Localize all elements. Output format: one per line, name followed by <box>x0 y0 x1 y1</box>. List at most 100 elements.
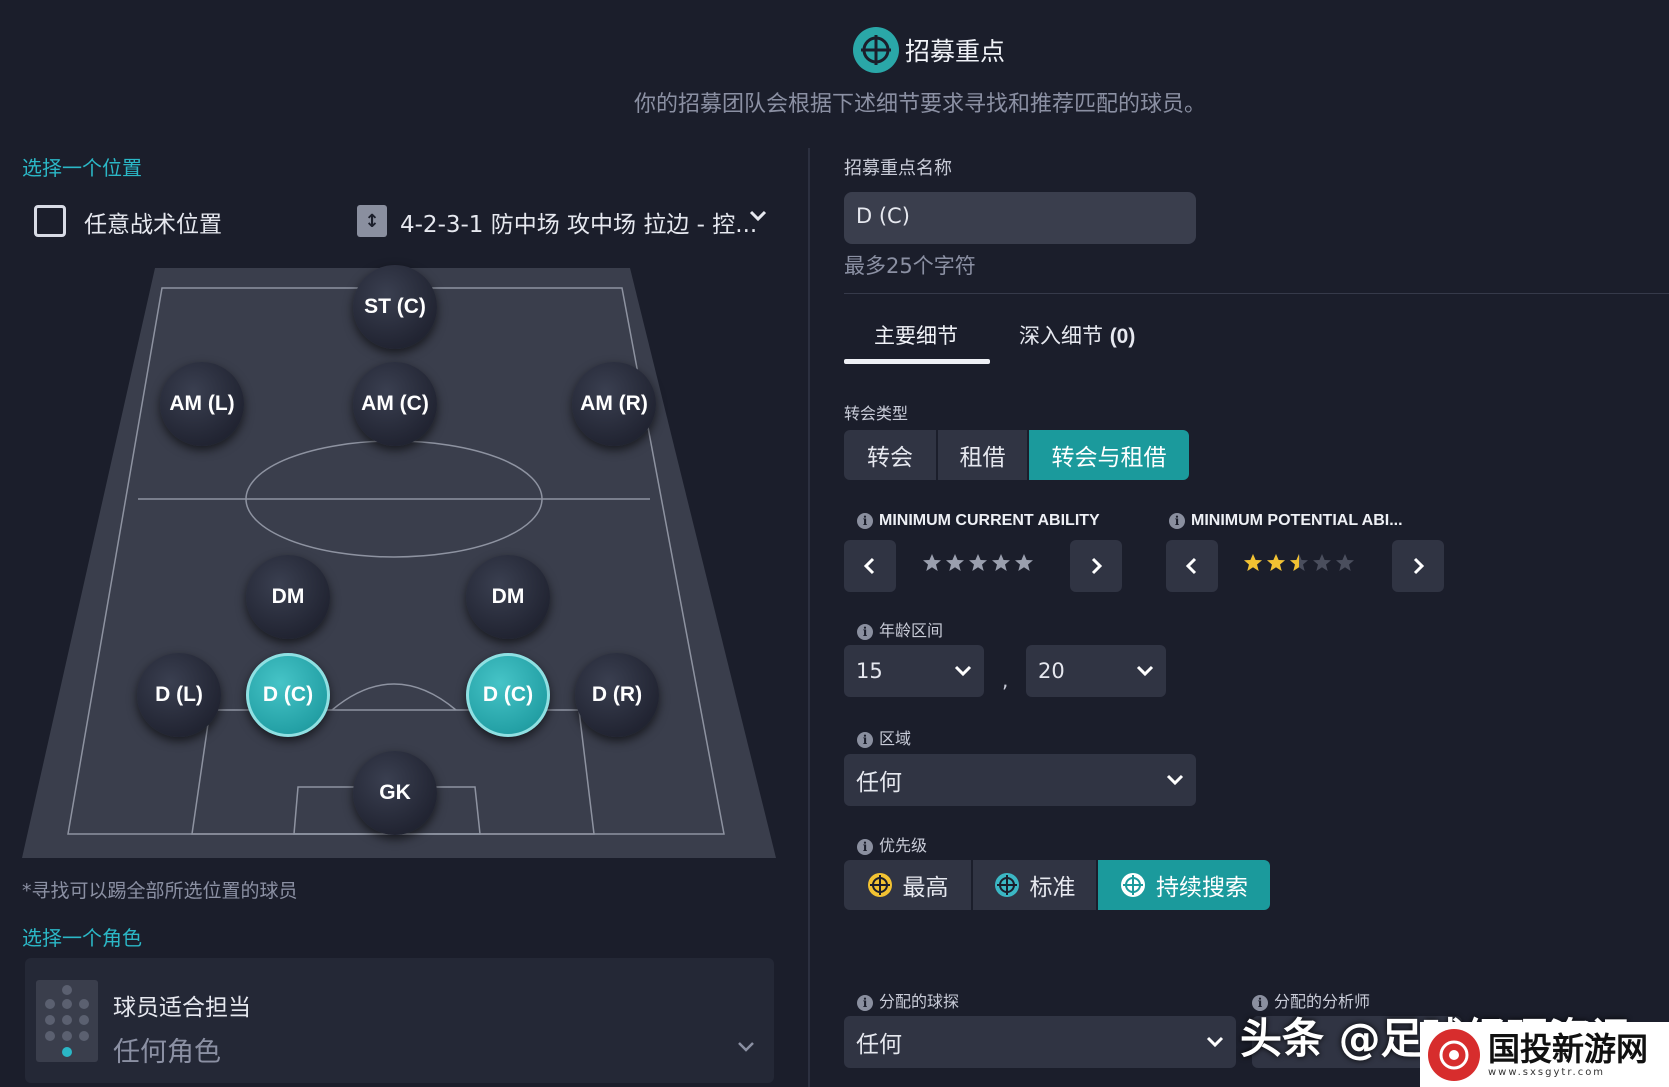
star-icon <box>923 554 941 571</box>
region-value: 任何 <box>856 770 902 796</box>
recruitment-focus-icon <box>853 27 899 73</box>
position-d-c-left[interactable]: D (C) <box>246 653 330 737</box>
any-position-label[interactable]: 任意战术位置 <box>84 205 222 239</box>
age-max-dropdown[interactable]: 20 <box>1026 645 1166 697</box>
min-current-ability-text: MINIMUM CURRENT ABILITY <box>879 512 1100 529</box>
scout-label: i 分配的球探 <box>857 988 959 1012</box>
chevron-down-icon <box>954 665 972 677</box>
info-icon: i <box>857 994 873 1011</box>
min-potential-increase-button[interactable] <box>1392 540 1444 592</box>
position-dm-right[interactable]: DM <box>466 555 550 639</box>
age-min-dropdown[interactable]: 15 <box>844 645 984 697</box>
priority-highest[interactable]: 最高 <box>844 860 971 910</box>
scout-value: 任何 <box>856 1032 902 1058</box>
priority-text: 优先级 <box>879 836 928 855</box>
active-tab-indicator <box>844 359 990 364</box>
info-icon: i <box>857 731 873 748</box>
star-icon <box>946 554 964 571</box>
star-icon <box>992 554 1010 571</box>
age-range-text: 年龄区间 <box>879 621 944 640</box>
crosshair-icon <box>994 873 1019 897</box>
chevron-down-icon[interactable] <box>748 208 768 224</box>
page-subtitle: 你的招募团队会根据下述细节要求寻找和推荐匹配的球员。 <box>634 92 1207 117</box>
tactic-icon: ↕ <box>357 205 387 237</box>
min-potential-stars <box>1243 553 1355 573</box>
star-icon <box>1015 554 1033 571</box>
name-hint: 最多25个字符 <box>844 254 976 278</box>
priority-standard[interactable]: 标准 <box>973 860 1096 910</box>
transfer-type-both[interactable]: 转会与租借 <box>1029 430 1189 480</box>
priority-continuous-label: 持续搜索 <box>1156 875 1248 901</box>
age-separator: , <box>1002 668 1009 692</box>
age-max-value: 20 <box>1038 659 1065 683</box>
position-d-r[interactable]: D (R) <box>575 653 659 737</box>
pitch-diagram: ST (C) AM (L) AM (C) AM (R) DM DM D (L) … <box>22 265 776 860</box>
chevron-right-icon <box>1091 557 1103 575</box>
tab-main-details[interactable]: 主要细节 <box>874 320 958 350</box>
chevron-down-icon <box>1136 665 1154 677</box>
crosshair-icon <box>1121 873 1145 897</box>
select-position-heading: 选择一个位置 <box>22 156 142 180</box>
crosshair-icon <box>867 873 892 897</box>
transfer-type-label: 转会类型 <box>844 404 909 423</box>
star-icon <box>969 554 987 571</box>
page-title: 招募重点 <box>905 37 1006 66</box>
priority-label: i 优先级 <box>857 832 927 856</box>
min-current-increase-button[interactable] <box>1070 540 1122 592</box>
priority-continuous[interactable]: 持续搜索 <box>1098 860 1270 910</box>
any-position-checkbox[interactable] <box>34 205 66 237</box>
chevron-left-icon <box>1185 557 1197 575</box>
min-current-decrease-button[interactable] <box>844 540 896 592</box>
star-icon <box>1244 554 1262 571</box>
position-note: *寻找可以踢全部所选位置的球员 <box>22 880 298 902</box>
tab-deep-details[interactable]: 深入细节 (0) <box>1019 320 1135 350</box>
min-current-stars <box>922 553 1034 573</box>
info-icon: i <box>857 512 873 529</box>
region-text: 区域 <box>879 729 912 748</box>
panel-divider <box>808 148 810 1087</box>
position-d-l[interactable]: D (L) <box>137 653 221 737</box>
region-label: i 区域 <box>857 725 911 749</box>
star-icon <box>1267 554 1285 571</box>
chevron-down-icon <box>1206 1036 1224 1048</box>
star-icon <box>1336 554 1354 571</box>
min-potential-decrease-button[interactable] <box>1166 540 1218 592</box>
position-am-c[interactable]: AM (C) <box>353 362 437 446</box>
age-range-label: i 年龄区间 <box>857 617 943 641</box>
min-potential-ability-label: i MINIMUM POTENTIAL ABI... <box>1169 512 1403 530</box>
role-value: 任何角色 <box>113 1037 221 1068</box>
position-am-l[interactable]: AM (L) <box>160 362 244 446</box>
star-icon <box>1290 554 1308 571</box>
position-st-c[interactable]: ST (C) <box>353 265 437 349</box>
name-label: 招募重点名称 <box>844 158 952 179</box>
position-am-r[interactable]: AM (R) <box>572 362 656 446</box>
select-role-heading: 选择一个角色 <box>22 926 142 950</box>
focus-name-input[interactable]: D (C) <box>844 192 1196 244</box>
transfer-type-transfer[interactable]: 转会 <box>844 430 936 480</box>
chevron-down-icon[interactable] <box>736 1040 756 1054</box>
age-min-value: 15 <box>856 659 883 683</box>
min-current-ability-label: i MINIMUM CURRENT ABILITY <box>857 512 1100 530</box>
formation-icon <box>36 980 98 1062</box>
divider <box>844 293 1669 294</box>
transfer-type-loan[interactable]: 租借 <box>938 430 1027 480</box>
position-dm-left[interactable]: DM <box>246 555 330 639</box>
info-icon: i <box>857 623 873 640</box>
position-d-c-right[interactable]: D (C) <box>466 653 550 737</box>
role-title: 球员适合担当 <box>113 995 251 1021</box>
chevron-left-icon <box>863 557 875 575</box>
region-dropdown[interactable]: 任何 <box>844 754 1196 806</box>
watermark-badge: 国投新游网 www.sxsgytr.com <box>1420 1022 1669 1087</box>
scout-dropdown[interactable]: 任何 <box>844 1016 1236 1068</box>
chevron-down-icon <box>1166 774 1184 786</box>
priority-standard-label: 标准 <box>1029 875 1076 901</box>
min-potential-ability-text: MINIMUM POTENTIAL ABI... <box>1191 512 1403 529</box>
watermark-url: www.sxsgytr.com <box>1488 1067 1606 1078</box>
star-icon <box>1313 554 1331 571</box>
info-icon: i <box>1169 512 1185 529</box>
tactic-dropdown[interactable]: 4-2-3-1 防中场 攻中场 拉边 - 控... <box>400 205 757 239</box>
chevron-right-icon <box>1413 557 1425 575</box>
info-icon: i <box>857 838 873 855</box>
tab-deep-count: (0) <box>1109 325 1136 348</box>
position-gk[interactable]: GK <box>353 751 437 835</box>
